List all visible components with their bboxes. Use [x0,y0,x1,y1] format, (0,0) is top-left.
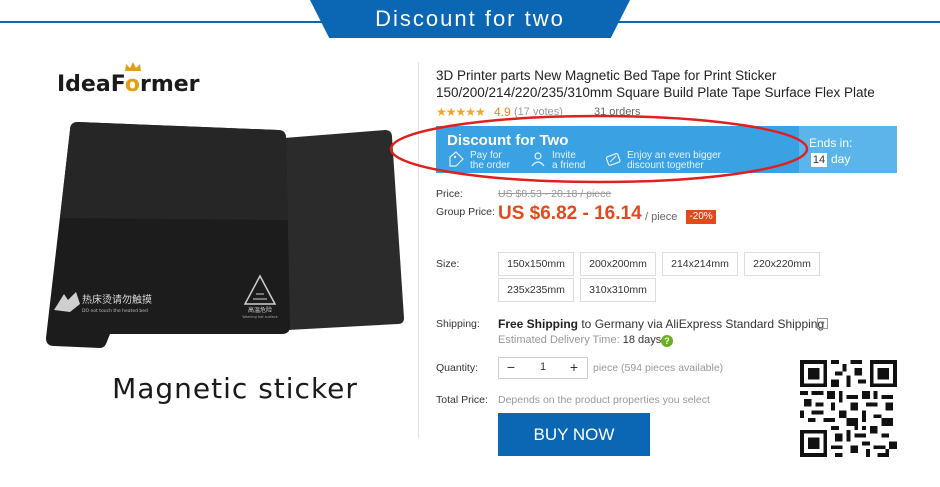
quantity-input[interactable]: 1 [530,357,556,377]
quantity-increase-button[interactable]: + [567,357,581,377]
ends-in-unit: day [831,152,851,166]
highlight-ellipse [389,114,809,184]
discount-badge: -20% [686,210,716,224]
product-image: 热床烫请勿触摸 DO not touch the heated bed 高温危险… [46,122,404,348]
size-option-150[interactable]: 150x150mm [498,252,574,276]
size-option-214[interactable]: 214x214mm [662,252,738,276]
free-shipping-text: Free Shipping [498,317,579,331]
per-piece-label: / piece [645,211,678,223]
quantity-label: Quantity: [436,362,479,374]
top-banner: Discount for two [0,0,940,42]
bed-label-cn: 热床烫请勿触摸 [82,293,152,306]
brand-logo: IdeaFormer [57,72,200,97]
image-caption: Magnetic sticker [112,372,358,405]
ends-in-days: 14 [811,153,827,167]
delivery-estimate: Estimated Delivery Time: 18 days [498,334,661,346]
original-price: US $8.53 - 20.18 / piece [498,188,612,200]
quantity-available: piece (594 pieces available) [593,362,724,374]
price-label: Price: [436,188,463,200]
group-price-label: Group Price: [436,206,495,218]
buy-now-button[interactable]: BUY NOW [498,413,650,456]
total-price-label: Total Price: [436,394,488,406]
size-option-220[interactable]: 220x220mm [744,252,820,276]
shipping-label: Shipping: [436,318,480,330]
size-option-200[interactable]: 200x200mm [580,252,656,276]
group-price: US $6.82 - 16.14 [498,203,642,224]
warning-label-en: Warning hot surface [242,315,277,319]
logo-part: F [110,72,125,97]
shipping-info[interactable]: Free Shipping to Germany via AliExpress … [498,317,824,331]
total-price-value: Depends on the product properties you se… [498,394,710,406]
bed-label-en: DO not touch the heated bed [82,308,148,314]
delivery-label: Estimated Delivery Time: [498,334,623,346]
ends-in-label: Ends in: [809,136,853,150]
crown-icon [125,62,141,71]
shipping-method: to Germany via AliExpress Standard Shipp… [578,317,825,331]
chevron-down-icon[interactable]: ▾ [817,318,828,329]
logo-part: o [124,72,140,97]
size-option-310[interactable]: 310x310mm [580,278,656,302]
banner-title: Discount for two [310,0,630,38]
help-icon[interactable]: ? [661,335,673,347]
logo-part: rmer [139,72,200,97]
size-option-235[interactable]: 235x235mm [498,278,574,302]
qr-code [800,360,897,457]
delivery-days: 18 days [622,334,662,346]
quantity-decrease-button[interactable]: − [504,357,518,377]
logo-part: Idea [57,72,111,97]
product-title[interactable]: 3D Printer parts New Magnetic Bed Tape f… [436,67,876,101]
warning-label-cn: 高温危险 [248,306,272,314]
size-label: Size: [436,258,460,270]
